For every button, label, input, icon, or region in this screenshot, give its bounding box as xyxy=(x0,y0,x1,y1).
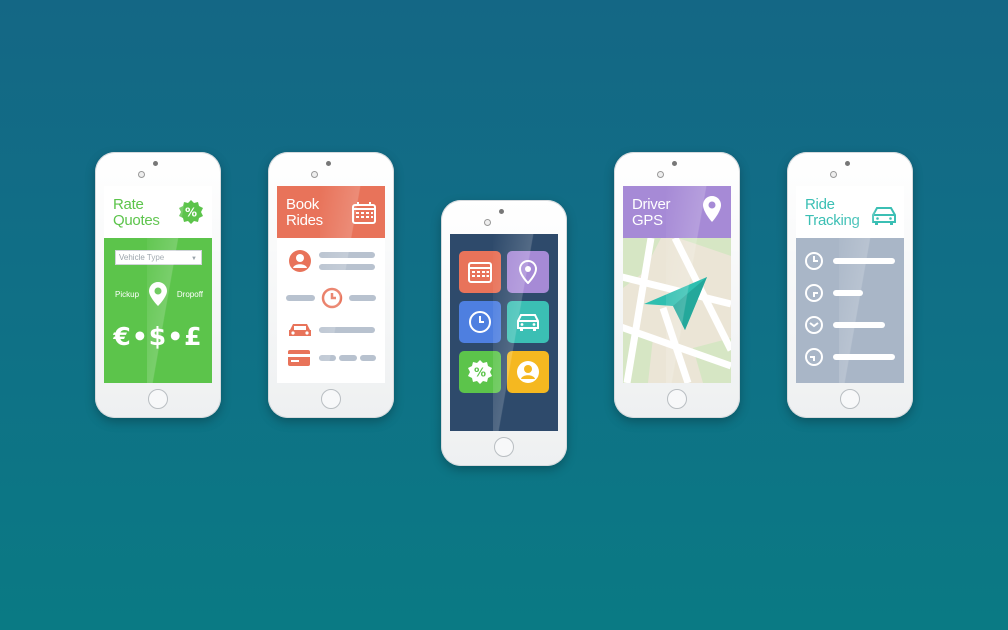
phone-ride-tracking: Ride Tracking xyxy=(787,152,913,418)
tile-calendar[interactable] xyxy=(459,251,501,293)
navigation-arrow-icon xyxy=(643,276,709,337)
clock-icon xyxy=(805,252,823,275)
rate-quotes-header: Rate Quotes % xyxy=(104,186,212,238)
tracking-line xyxy=(833,258,895,264)
phone-rate-quotes: Rate Quotes % Vehicle Type ▼ Pickup Drop… xyxy=(95,152,221,418)
user-icon xyxy=(289,250,311,277)
home-button[interactable] xyxy=(321,389,341,409)
book-rides-screen: Book Rides xyxy=(277,186,385,383)
tracking-row[interactable] xyxy=(796,346,904,368)
svg-text:%: % xyxy=(185,206,197,220)
percent-badge-icon: % xyxy=(468,360,492,384)
percent-badge-icon[interactable]: % xyxy=(179,200,203,229)
clock-icon xyxy=(805,284,823,307)
clock-icon xyxy=(805,316,823,339)
ride-tracking-body xyxy=(796,238,904,383)
driver-gps-screen: Driver GPS xyxy=(623,186,731,383)
vehicle-type-placeholder: Vehicle Type xyxy=(119,253,165,262)
date-field[interactable] xyxy=(286,295,315,301)
time-field[interactable] xyxy=(349,295,376,301)
phone-field[interactable] xyxy=(319,264,375,270)
location-pin-icon[interactable] xyxy=(703,196,721,227)
tracking-line xyxy=(833,354,895,360)
home-button[interactable] xyxy=(667,389,687,409)
clock-icon xyxy=(321,287,343,314)
clock-icon xyxy=(805,348,823,371)
chevron-down-icon: ▼ xyxy=(191,256,197,262)
ride-tracking-title: Ride Tracking xyxy=(805,196,860,229)
tile-profile[interactable] xyxy=(507,351,549,393)
location-pin-icon xyxy=(518,260,538,284)
pickup-label[interactable]: Pickup xyxy=(115,290,139,299)
phone-driver-gps: Driver GPS xyxy=(614,152,740,418)
front-camera xyxy=(845,161,850,166)
calendar-icon xyxy=(468,262,492,283)
home-menu-screen: % xyxy=(450,234,558,431)
front-camera xyxy=(499,209,504,214)
card-number-field-1[interactable] xyxy=(319,355,336,361)
front-camera xyxy=(326,161,331,166)
tile-car[interactable] xyxy=(507,301,549,343)
home-button[interactable] xyxy=(840,389,860,409)
user-icon xyxy=(517,361,539,383)
front-camera xyxy=(153,161,158,166)
rate-quotes-title: Rate Quotes xyxy=(113,196,160,229)
rate-quotes-screen: Rate Quotes % Vehicle Type ▼ Pickup Drop… xyxy=(104,186,212,383)
dropoff-label[interactable]: Dropoff xyxy=(177,290,203,299)
front-camera xyxy=(672,161,677,166)
ride-tracking-header: Ride Tracking xyxy=(796,186,904,238)
calendar-icon[interactable] xyxy=(352,202,376,229)
tile-location[interactable] xyxy=(507,251,549,293)
tracking-line xyxy=(833,290,863,296)
camera-lens xyxy=(311,171,318,178)
tile-clock[interactable] xyxy=(459,301,501,343)
location-pin-icon xyxy=(149,282,167,308)
car-icon xyxy=(288,322,312,343)
home-button[interactable] xyxy=(148,389,168,409)
tracking-row[interactable] xyxy=(796,250,904,272)
svg-text:%: % xyxy=(474,366,486,380)
car-icon[interactable] xyxy=(871,206,897,231)
card-number-field-2[interactable] xyxy=(339,355,357,361)
tracking-row[interactable] xyxy=(796,282,904,304)
rate-quotes-body: Vehicle Type ▼ Pickup Dropoff €•$•£ xyxy=(104,238,212,383)
phone-home-menu: % xyxy=(441,200,567,466)
vehicle-type-select[interactable]: Vehicle Type ▼ xyxy=(115,250,202,265)
card-number-field-3[interactable] xyxy=(360,355,376,361)
pickup-dropoff-row: Pickup Dropoff xyxy=(104,282,212,306)
credit-card-icon xyxy=(288,350,310,371)
driver-gps-header: Driver GPS xyxy=(623,186,731,238)
ride-tracking-screen: Ride Tracking xyxy=(796,186,904,383)
phone-book-rides: Book Rides xyxy=(268,152,394,418)
name-field[interactable] xyxy=(319,252,375,258)
camera-lens xyxy=(657,171,664,178)
clock-icon xyxy=(469,311,491,333)
tile-discount[interactable]: % xyxy=(459,351,501,393)
tracking-row[interactable] xyxy=(796,314,904,336)
car-icon xyxy=(517,314,539,331)
tracking-line xyxy=(833,322,885,328)
book-rides-header: Book Rides xyxy=(277,186,385,238)
camera-lens xyxy=(484,219,491,226)
book-rides-title: Book Rides xyxy=(286,196,323,229)
driver-gps-title: Driver GPS xyxy=(632,196,671,229)
currency-symbols: €•$•£ xyxy=(113,322,203,351)
camera-lens xyxy=(138,171,145,178)
camera-lens xyxy=(830,171,837,178)
home-button[interactable] xyxy=(494,437,514,457)
map-view[interactable] xyxy=(623,238,731,383)
vehicle-field[interactable] xyxy=(319,327,375,333)
